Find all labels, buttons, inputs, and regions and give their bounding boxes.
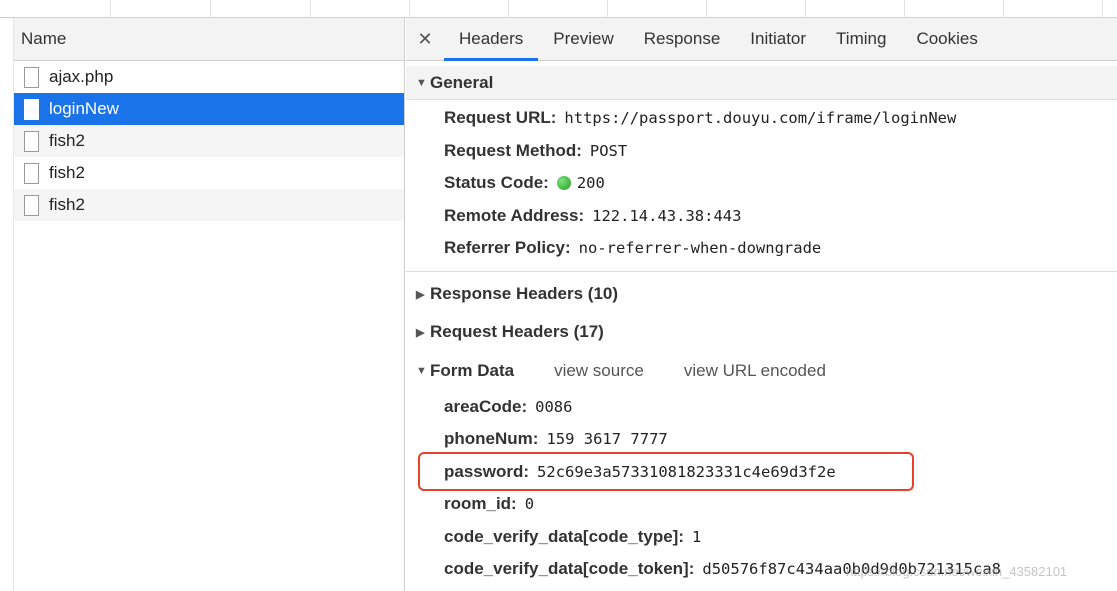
- view-source-link[interactable]: view source: [554, 361, 644, 381]
- request-name: ajax.php: [49, 67, 114, 86]
- field-label: Status Code:: [444, 173, 549, 192]
- timeline-tick: [210, 0, 211, 18]
- field-label: Referrer Policy:: [444, 238, 571, 257]
- status-ok-icon: [556, 176, 571, 190]
- document-icon: [24, 130, 39, 152]
- section-title: Request Headers (17): [430, 322, 604, 341]
- remote-address-value: 122.14.43.38:443: [592, 207, 742, 225]
- triangle-right-icon: ▶: [416, 326, 425, 339]
- timeline-tick: [310, 0, 311, 18]
- request-list: ajax.php loginNew fish2 fish2 fish2: [14, 61, 404, 221]
- request-url-row: Request URL: https://passport.douyu.com/…: [444, 106, 956, 130]
- field-value: 0: [524, 495, 535, 513]
- timeline-tick: [110, 0, 111, 18]
- tab-cookies[interactable]: Cookies: [901, 18, 992, 60]
- tab-initiator[interactable]: Initiator: [735, 18, 821, 60]
- request-name: fish2: [49, 131, 85, 150]
- general-section-header[interactable]: ▼ General: [406, 66, 1117, 100]
- document-icon: [24, 98, 39, 120]
- request-row-fish2[interactable]: fish2: [14, 125, 404, 157]
- form-field-room-id: room_id: 0: [444, 492, 534, 516]
- triangle-down-icon: ▼: [416, 365, 427, 377]
- triangle-down-icon: ▼: [416, 76, 427, 89]
- timeline-tick: [508, 0, 509, 18]
- timeline-tick: [805, 0, 806, 18]
- timeline-tick: [904, 0, 905, 18]
- field-label: phoneNum:: [444, 429, 539, 448]
- timeline-tick: [607, 0, 608, 18]
- document-icon: [24, 194, 39, 216]
- request-row-fish2[interactable]: fish2: [14, 157, 404, 189]
- field-label: areaCode:: [444, 397, 528, 416]
- request-method-value: POST: [589, 142, 628, 160]
- watermark-text: https://blog.csdn.net/weixin_43582101: [846, 564, 1068, 579]
- referrer-policy-row: Referrer Policy: no-referrer-when-downgr…: [444, 236, 821, 260]
- timeline-tick: [409, 0, 410, 18]
- request-name: loginNew: [49, 99, 119, 118]
- request-url-value: https://passport.douyu.com/iframe/loginN…: [564, 109, 957, 127]
- view-url-encoded-link[interactable]: view URL encoded: [684, 361, 826, 381]
- field-value: 52c69e3a57331081823331c4e69d3f2e: [537, 463, 836, 481]
- request-method-row: Request Method: POST: [444, 139, 627, 163]
- tab-preview[interactable]: Preview: [538, 18, 628, 60]
- close-icon[interactable]: ✕: [406, 18, 444, 60]
- form-data-toggle[interactable]: ▼ Form Data view source view URL encoded: [416, 359, 826, 383]
- timeline-tick: [706, 0, 707, 18]
- request-headers-toggle[interactable]: ▶ Request Headers (17): [416, 320, 604, 344]
- timeline-tick: [1102, 0, 1103, 18]
- request-list-panel: Name ajax.php loginNew fish2 fish2 fish2: [0, 18, 405, 591]
- section-title: Form Data: [430, 361, 515, 380]
- section-divider: [406, 271, 1117, 272]
- form-field-code-type: code_verify_data[code_type]: 1: [444, 525, 701, 549]
- tab-response[interactable]: Response: [629, 18, 736, 60]
- tab-timing[interactable]: Timing: [821, 18, 901, 60]
- field-label: room_id:: [444, 494, 517, 513]
- details-tabbar: ✕ Headers Preview Response Initiator Tim…: [406, 18, 1117, 61]
- request-row-ajax[interactable]: ajax.php: [14, 61, 404, 93]
- request-row-fish2[interactable]: fish2: [14, 189, 404, 221]
- field-label: Request URL:: [444, 108, 557, 127]
- tab-headers[interactable]: Headers: [444, 18, 539, 61]
- field-value: 1: [691, 528, 702, 546]
- form-field-phonenum: phoneNum: 159 3617 7777: [444, 427, 668, 451]
- timeline-strip: [0, 0, 1117, 18]
- referrer-policy-value: no-referrer-when-downgrade: [578, 239, 822, 257]
- response-headers-toggle[interactable]: ▶ Response Headers (10): [416, 282, 618, 306]
- request-details-panel: ✕ Headers Preview Response Initiator Tim…: [406, 18, 1117, 591]
- triangle-right-icon: ▶: [416, 288, 425, 301]
- field-label: code_verify_data[code_type]:: [444, 527, 684, 546]
- field-value: 159 3617 7777: [546, 430, 668, 448]
- list-gutter: [0, 18, 14, 591]
- document-icon: [24, 162, 39, 184]
- field-label: password:: [444, 462, 530, 481]
- timeline-tick: [1003, 0, 1004, 18]
- section-title: General: [430, 72, 494, 92]
- name-column-header[interactable]: Name: [14, 18, 404, 61]
- document-icon: [24, 66, 39, 88]
- field-value: 0086: [535, 398, 573, 416]
- status-code-row: Status Code: 200: [444, 171, 605, 195]
- request-name: fish2: [49, 195, 85, 214]
- field-label: code_verify_data[code_token]:: [444, 559, 695, 578]
- field-label: Remote Address:: [444, 206, 585, 225]
- form-field-areacode: areaCode: 0086: [444, 395, 572, 419]
- form-field-password: password: 52c69e3a57331081823331c4e69d3f…: [444, 460, 836, 484]
- status-code-value: 200: [576, 174, 605, 192]
- section-title: Response Headers (10): [430, 284, 619, 303]
- remote-address-row: Remote Address: 122.14.43.38:443: [444, 204, 741, 228]
- field-label: Request Method:: [444, 141, 582, 160]
- request-row-loginnew[interactable]: loginNew: [14, 93, 404, 125]
- request-name: fish2: [49, 163, 85, 182]
